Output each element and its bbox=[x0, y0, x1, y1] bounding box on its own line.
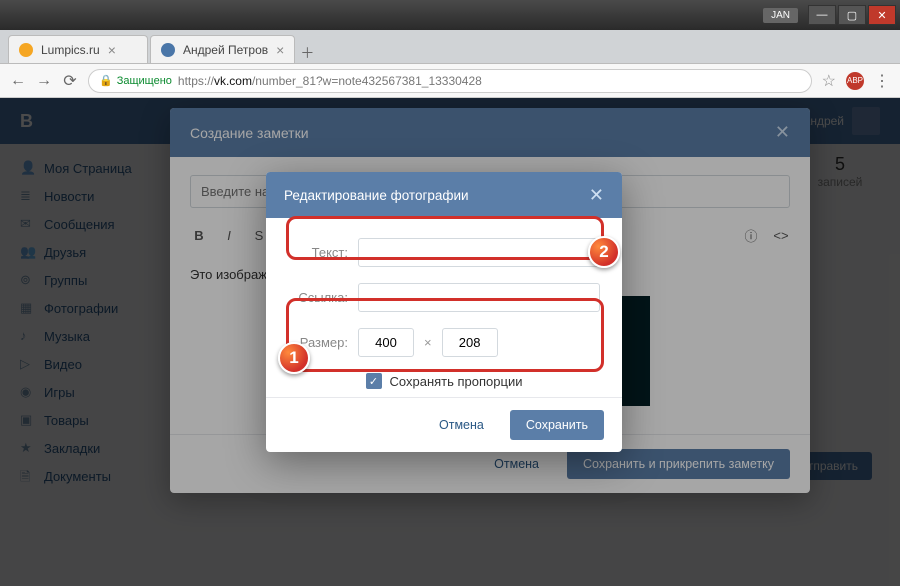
nav-reload-icon[interactable]: ⟳ bbox=[62, 73, 78, 89]
url-text: https://vk.com/number_81?w=note432567381… bbox=[178, 74, 482, 88]
photo-size-row: Размер: × bbox=[288, 328, 600, 357]
url-field[interactable]: 🔒 Защищено https://vk.com/number_81?w=no… bbox=[88, 69, 812, 93]
label-link: Ссылка: bbox=[288, 290, 348, 305]
favicon-icon bbox=[161, 43, 175, 57]
tab-close-icon[interactable]: × bbox=[108, 42, 116, 58]
window-user-tag: JAN bbox=[763, 8, 798, 23]
page-viewport: B Андрей 👤Моя Страница ≣Новости ✉Сообщен… bbox=[0, 98, 900, 586]
photo-dialog-title: Редактирование фотографии bbox=[284, 188, 469, 203]
nav-back-icon[interactable]: ← bbox=[10, 73, 26, 89]
nav-forward-icon[interactable]: → bbox=[36, 73, 52, 89]
bookmark-star-icon[interactable]: ☆ bbox=[822, 71, 836, 91]
checkbox-checked-icon[interactable]: ✓ bbox=[366, 373, 382, 389]
photo-dialog-footer: Отмена Сохранить bbox=[266, 397, 622, 452]
browser-menu-icon[interactable]: ⋮ bbox=[874, 71, 890, 91]
multiply-icon: × bbox=[424, 335, 432, 350]
browser-tab-1[interactable]: Андрей Петров × bbox=[150, 35, 295, 63]
window-maximize[interactable]: ▢ bbox=[838, 5, 866, 25]
photo-cancel-button[interactable]: Отмена bbox=[423, 410, 500, 440]
new-tab-button[interactable]: ＋ bbox=[297, 43, 317, 63]
browser-tabstrip: Lumpics.ru × Андрей Петров × ＋ bbox=[0, 30, 900, 64]
label-text: Текст: bbox=[288, 245, 348, 260]
photo-height-input[interactable] bbox=[442, 328, 498, 357]
secure-label: Защищено bbox=[117, 75, 172, 87]
tab-close-icon[interactable]: × bbox=[276, 42, 284, 58]
window-minimize[interactable]: — bbox=[808, 5, 836, 25]
keep-ratio-row[interactable]: ✓ Сохранять пропорции bbox=[288, 373, 600, 389]
label-size: Размер: bbox=[288, 335, 348, 350]
photo-text-row: Текст: bbox=[288, 238, 600, 267]
favicon-icon bbox=[19, 43, 33, 57]
photo-edit-dialog: Редактирование фотографии ✕ Текст: Ссылк… bbox=[266, 172, 622, 452]
photo-text-input[interactable] bbox=[358, 238, 600, 267]
keep-ratio-label: Сохранять пропорции bbox=[390, 374, 523, 389]
secure-lock-icon: 🔒 Защищено bbox=[99, 74, 172, 87]
browser-address-bar: ← → ⟳ 🔒 Защищено https://vk.com/number_8… bbox=[0, 64, 900, 98]
extension-abp-icon[interactable]: ABP bbox=[846, 72, 864, 90]
photo-link-input[interactable] bbox=[358, 283, 600, 312]
window-close[interactable]: ✕ bbox=[868, 5, 896, 25]
browser-tab-0[interactable]: Lumpics.ru × bbox=[8, 35, 148, 63]
window-titlebar: JAN — ▢ ✕ bbox=[0, 0, 900, 30]
photo-save-button[interactable]: Сохранить bbox=[510, 410, 604, 440]
photo-dialog-header: Редактирование фотографии ✕ bbox=[266, 172, 622, 218]
tab-title: Lumpics.ru bbox=[41, 43, 100, 57]
tab-title: Андрей Петров bbox=[183, 43, 268, 57]
photo-link-row: Ссылка: bbox=[288, 283, 600, 312]
close-icon[interactable]: ✕ bbox=[589, 186, 604, 204]
photo-width-input[interactable] bbox=[358, 328, 414, 357]
